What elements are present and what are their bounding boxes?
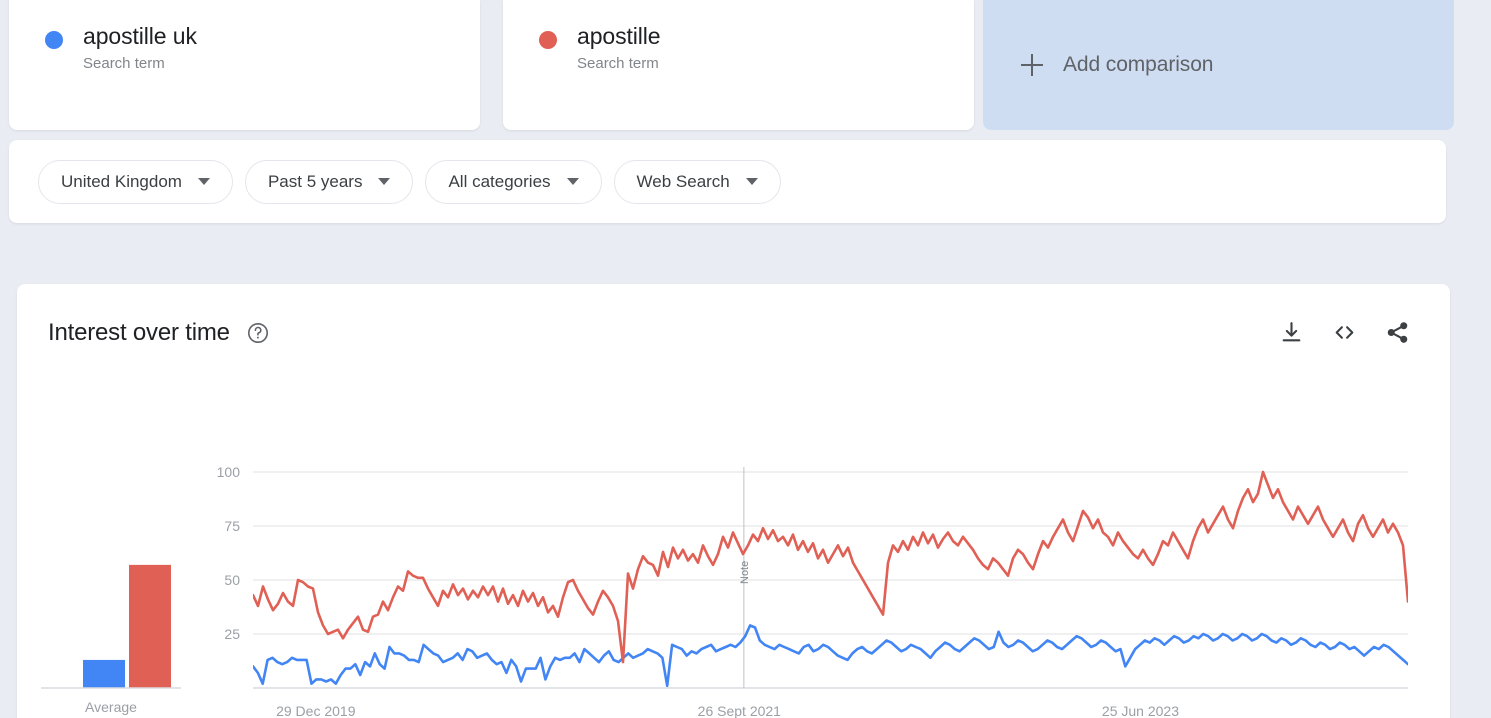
chevron-down-icon <box>745 178 758 185</box>
x-axis-tick: 25 Jun 2023 <box>1102 703 1179 718</box>
filter-search-type-label: Web Search <box>636 171 730 191</box>
filter-time-range-label: Past 5 years <box>267 171 363 191</box>
chevron-down-icon <box>197 178 210 185</box>
filter-location-label: United Kingdom <box>61 171 182 191</box>
series-color-dot <box>45 31 63 49</box>
search-terms-row: apostille uk Search term apostille Searc… <box>0 0 1491 130</box>
filter-category-label: All categories <box>448 171 551 191</box>
y-axis-tick: 75 <box>224 518 240 534</box>
search-term-name: apostille uk <box>83 23 197 49</box>
x-axis-tick: 26 Sept 2021 <box>698 703 782 718</box>
add-comparison-label: Add comparison <box>1063 53 1214 76</box>
x-axis-tick: 29 Dec 2019 <box>276 703 356 718</box>
average-axis-label: Average <box>85 699 137 715</box>
search-term-name: apostille <box>577 23 661 49</box>
filter-search-type[interactable]: Web Search <box>613 159 781 204</box>
filter-bar: United Kingdom Past 5 years All categori… <box>9 140 1446 223</box>
y-axis-tick: 25 <box>224 626 240 642</box>
chart-annotation: Note <box>739 561 751 584</box>
plus-icon <box>1021 54 1043 76</box>
series-color-dot <box>539 31 557 49</box>
google-trends-page: apostille uk Search term apostille Searc… <box>0 0 1491 718</box>
filter-category[interactable]: All categories <box>425 159 602 204</box>
average-bar-2 <box>129 564 171 688</box>
search-term-card-2[interactable]: apostille Search term <box>503 0 974 130</box>
chevron-down-icon <box>566 178 579 185</box>
search-term-card-1[interactable]: apostille uk Search term <box>9 0 480 130</box>
filter-time-range[interactable]: Past 5 years <box>244 159 414 204</box>
chevron-down-icon <box>378 178 391 185</box>
average-bar-1 <box>83 659 125 688</box>
y-axis-tick: 100 <box>217 464 241 480</box>
search-term-subtitle: Search term <box>577 55 659 72</box>
chart-plot-area[interactable]: 25 50 75 100 Note 29 Dec 2019 26 Sept 2021 25 J… <box>17 284 1450 718</box>
y-axis-tick: 50 <box>224 572 240 588</box>
filter-location[interactable]: United Kingdom <box>38 159 233 204</box>
search-term-subtitle: Search term <box>83 55 165 72</box>
interest-over-time-chart[interactable]: 25 50 75 100 Note 29 Dec 2019 26 Sept 2021 25 J… <box>17 284 1450 718</box>
add-comparison-button[interactable]: Add comparison <box>983 0 1454 130</box>
interest-over-time-card: Interest over time 25 50 75 100 Note 29 … <box>17 284 1450 718</box>
